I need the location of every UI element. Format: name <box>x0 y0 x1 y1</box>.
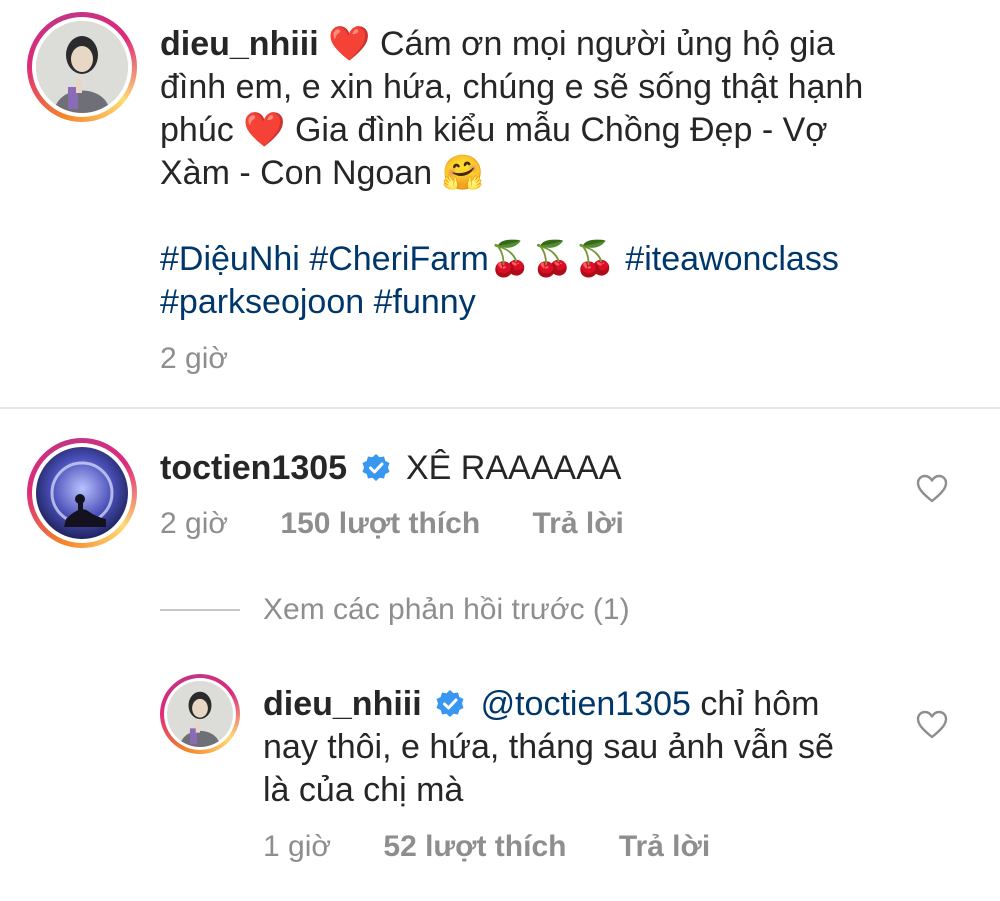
hug-emoji: 🤗 <box>441 154 484 192</box>
comment-likes[interactable]: 150 lượt thích <box>280 507 480 540</box>
cherry-emoji: 🍒 <box>531 240 574 278</box>
caption-line-3: phúc <box>160 111 234 149</box>
hashtag-iteawonclass[interactable]: #iteawonclass <box>625 240 839 278</box>
caption-line-4: Gia đình kiểu mẫu Chồng Đẹp - Vợ <box>294 111 828 149</box>
reply-button[interactable]: Trả lời <box>533 507 624 540</box>
avatar-photo <box>36 447 128 539</box>
avatar-photo <box>167 681 233 747</box>
reply-text-line-1: chỉ hôm <box>700 685 820 723</box>
post-username[interactable]: dieu_nhiii <box>160 25 319 63</box>
divider <box>0 407 1000 409</box>
view-replies-link[interactable]: Xem các phản hồi trước (1) <box>263 593 630 627</box>
caption-line-2: đình em, e xin hứa, chúng e sẽ sống thật… <box>160 68 864 106</box>
avatar-dieu-nhiii[interactable] <box>160 674 240 754</box>
heart-emoji: ❤️ <box>328 25 371 63</box>
caption-line-5: Xàm - Con Ngoan <box>160 154 433 192</box>
view-replies-line <box>160 609 240 611</box>
comment-username[interactable]: toctien1305 <box>160 449 347 487</box>
cherry-emoji: 🍒 <box>488 240 532 278</box>
heart-emoji: ❤️ <box>243 111 286 149</box>
hashtag-funny[interactable]: #funny <box>374 283 476 321</box>
reply-timestamp: 1 giờ <box>263 830 332 863</box>
like-heart-icon[interactable] <box>916 710 948 740</box>
cherry-emoji: 🍒 <box>573 240 616 278</box>
avatar-photo <box>36 21 128 113</box>
reply-username[interactable]: dieu_nhiii <box>263 685 422 723</box>
comment-timestamp: 2 giờ <box>160 507 229 540</box>
reply-text-line-2: nay thôi, e hứa, tháng sau ảnh vẫn sẽ <box>263 728 834 766</box>
reply-text-line-3: là của chị mà <box>263 771 464 809</box>
like-heart-icon[interactable] <box>916 474 948 504</box>
hashtag-parkseojoon[interactable]: #parkseojoon <box>160 283 364 321</box>
caption-line-1: Cám ơn mọi người ủng hộ gia <box>379 25 835 63</box>
avatar-dieu-nhiii[interactable] <box>27 12 137 122</box>
post-timestamp: 2 giờ <box>160 342 229 375</box>
hashtag-cherifarm[interactable]: #CheriFarm <box>309 240 488 278</box>
reply-button[interactable]: Trả lời <box>619 830 710 863</box>
mention-link[interactable]: @toctien1305 <box>481 685 691 723</box>
comment-text: XÊ RAAAAAA <box>406 449 622 487</box>
reply-likes[interactable]: 52 lượt thích <box>383 830 566 863</box>
hashtag-dieunhi[interactable]: #DiệuNhi <box>160 240 300 278</box>
avatar-toctien1305[interactable] <box>27 438 137 548</box>
verified-badge-icon <box>435 687 465 730</box>
verified-badge-icon <box>361 451 391 494</box>
